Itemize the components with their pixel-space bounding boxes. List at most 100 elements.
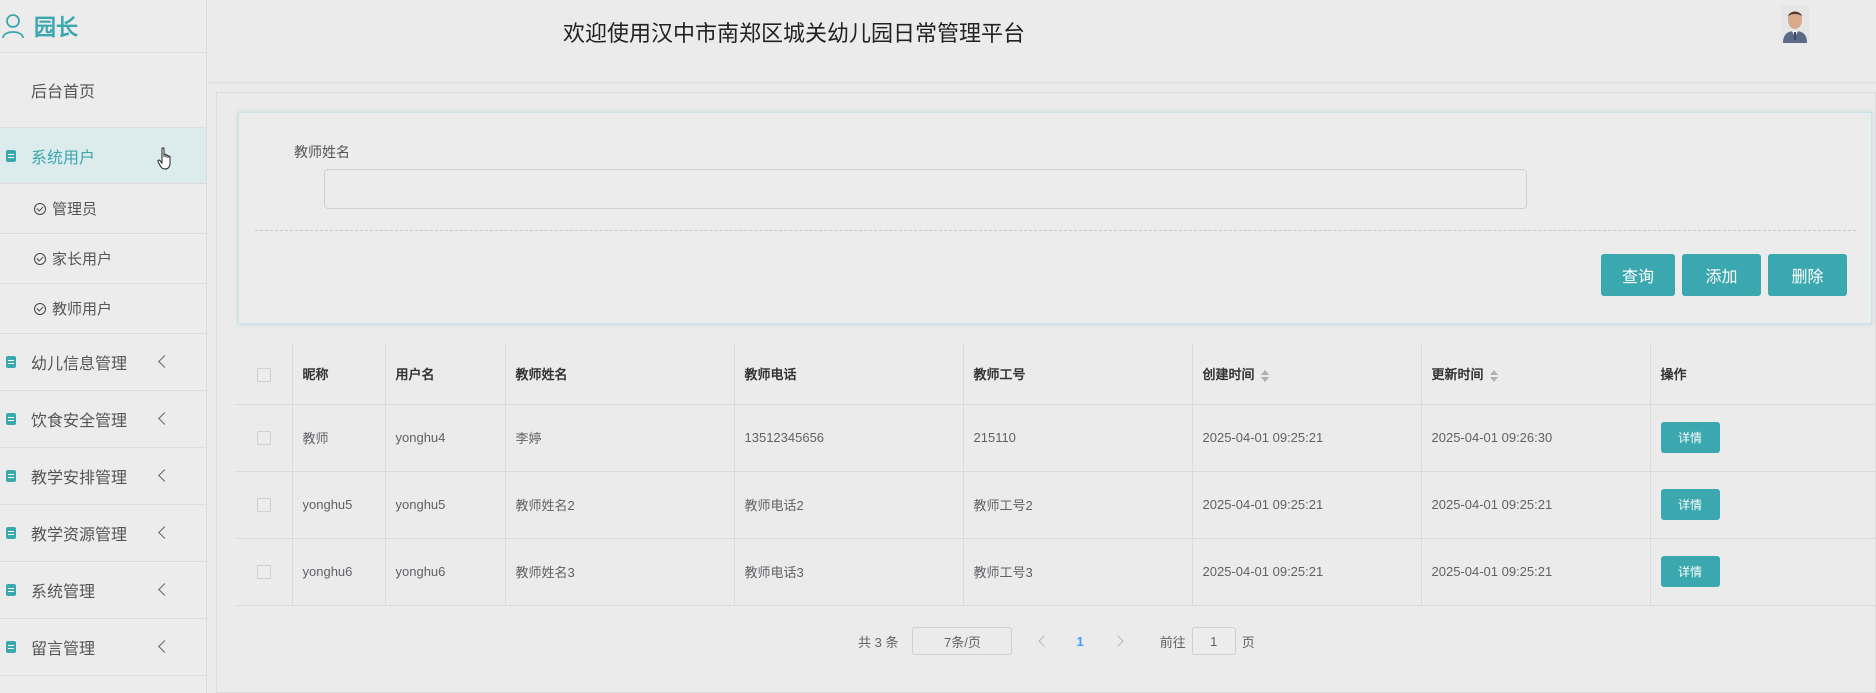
document-icon xyxy=(6,584,16,596)
column-header: 操作 xyxy=(1650,344,1876,405)
column-header-label: 创建时间 xyxy=(1202,367,1255,383)
row-checkbox[interactable] xyxy=(256,565,271,580)
next-page-icon[interactable] xyxy=(1112,635,1124,647)
teacher-name-input[interactable] xyxy=(324,169,1527,209)
cell-teacher-job-no: 215110 xyxy=(963,404,1193,472)
role-title: 园长 xyxy=(34,15,79,40)
sidebar-item-messages[interactable]: 留言管理 xyxy=(0,619,206,676)
sidebar-item-label: 后台首页 xyxy=(31,84,96,101)
sidebar-item-label: 教学安排管理 xyxy=(31,470,128,487)
cell-teacher-phone: 13512345656 xyxy=(734,404,964,472)
column-header-label: 更新时间 xyxy=(1431,367,1484,383)
cell-username: yonghu4 xyxy=(385,404,506,472)
page-title: 欢迎使用汉中市南郑区城关幼儿园日常管理平台 xyxy=(563,22,1026,47)
sidebar-subitem-parent-users[interactable]: 家长用户 xyxy=(0,234,206,284)
chevron-left-icon xyxy=(158,583,171,596)
cell-updated-time: 2025-04-01 09:25:21 xyxy=(1421,538,1651,606)
cell-updated-time: 2025-04-01 09:25:21 xyxy=(1421,471,1651,539)
detail-button[interactable]: 详情 xyxy=(1660,422,1720,453)
page-suffix: 页 xyxy=(1241,634,1255,650)
sidebar-item-label: 饮食安全管理 xyxy=(31,413,128,430)
sidebar-item-teaching-resources[interactable]: 教学资源管理 xyxy=(0,505,206,562)
chevron-left-icon xyxy=(158,526,171,539)
pagination-total: 共 3 条 xyxy=(858,634,899,650)
teacher-name-label: 教师姓名 xyxy=(294,144,350,160)
avatar[interactable] xyxy=(1781,5,1809,43)
sidebar-item-food-safety[interactable]: 饮食安全管理 xyxy=(0,391,206,448)
check-circle-icon xyxy=(34,302,46,315)
sidebar-item-child-info[interactable]: 幼儿信息管理 xyxy=(0,334,206,391)
row-select-cell xyxy=(236,404,293,472)
cell-username: yonghu5 xyxy=(385,471,506,539)
cell-teacher-name: 李婷 xyxy=(505,404,735,472)
teacher-table: 昵称 用户名 教师姓名 教师电话 教师工号 创建时间 更新时间 操作 教师 yo… xyxy=(236,344,1876,606)
main-content: 教师姓名 查询 添加 删除 昵称 用户名 教师姓名 教师电话 教师工号 创建时间… xyxy=(216,92,1876,693)
divider xyxy=(255,230,1856,231)
cell-nickname: yonghu5 xyxy=(292,471,386,539)
sidebar-subitem-label: 教师用户 xyxy=(52,301,113,318)
cell-actions: 详情 xyxy=(1650,471,1876,539)
sidebar: 园长 后台首页 系统用户 管理员 家长用户 教师用户 幼儿信息管理 饮食安全管理… xyxy=(0,0,207,693)
document-icon xyxy=(6,527,16,539)
sidebar-item-home[interactable]: 后台首页 xyxy=(0,53,206,128)
cell-actions: 详情 xyxy=(1650,538,1876,606)
column-header: 教师电话 xyxy=(734,344,964,405)
sort-icon[interactable] xyxy=(1260,369,1269,382)
sidebar-item-label: 幼儿信息管理 xyxy=(31,356,128,373)
cell-created-time: 2025-04-01 09:25:21 xyxy=(1192,471,1422,539)
check-circle-icon xyxy=(34,202,46,215)
sidebar-subitem-label: 家长用户 xyxy=(52,251,113,268)
chevron-left-icon xyxy=(158,412,171,425)
goto-page-input[interactable] xyxy=(1191,627,1236,655)
document-icon xyxy=(6,413,16,425)
document-icon xyxy=(6,356,16,368)
cell-teacher-name: 教师姓名3 xyxy=(505,538,735,606)
sidebar-subitem-admin[interactable]: 管理员 xyxy=(0,184,206,234)
column-header: 昵称 xyxy=(292,344,386,405)
chevron-left-icon xyxy=(158,355,171,368)
detail-button[interactable]: 详情 xyxy=(1660,556,1720,587)
row-checkbox[interactable] xyxy=(256,431,271,446)
sort-icon[interactable] xyxy=(1489,369,1498,382)
add-button[interactable]: 添加 xyxy=(1682,254,1761,296)
user-icon xyxy=(2,14,24,39)
sidebar-item-system-users[interactable]: 系统用户 xyxy=(0,128,206,184)
cell-teacher-job-no: 教师工号2 xyxy=(963,471,1193,539)
page-size-select[interactable]: 7条/页 xyxy=(912,627,1013,655)
sidebar-item-system-management[interactable]: 系统管理 xyxy=(0,562,206,619)
column-header-created[interactable]: 创建时间 xyxy=(1192,344,1422,405)
sidebar-subitem-label: 管理员 xyxy=(52,201,98,218)
sidebar-item-label: 教学资源管理 xyxy=(31,527,128,544)
row-select-cell xyxy=(236,471,293,539)
row-select-cell xyxy=(236,538,293,606)
chevron-left-icon xyxy=(158,469,171,482)
sidebar-subitem-teacher-users[interactable]: 教师用户 xyxy=(0,284,206,334)
pagination: 共 3 条 7条/页 1 前往 页 xyxy=(858,627,1255,655)
column-header: 教师姓名 xyxy=(505,344,735,405)
document-icon xyxy=(6,641,16,653)
delete-button[interactable]: 删除 xyxy=(1768,254,1847,296)
page-size-value: 7条/页 xyxy=(944,634,981,650)
sidebar-item-teaching-schedule[interactable]: 教学安排管理 xyxy=(0,448,206,505)
column-header: 教师工号 xyxy=(963,344,1193,405)
detail-button[interactable]: 详情 xyxy=(1660,489,1720,520)
cell-actions: 详情 xyxy=(1650,404,1876,472)
cell-created-time: 2025-04-01 09:25:21 xyxy=(1192,538,1422,606)
prev-page-icon[interactable] xyxy=(1038,635,1051,647)
page-number-current[interactable]: 1 xyxy=(1076,634,1083,649)
cell-nickname: yonghu6 xyxy=(292,538,386,606)
select-all-checkbox[interactable] xyxy=(256,367,271,382)
top-header: 欢迎使用汉中市南郑区城关幼儿园日常管理平台 xyxy=(208,0,1876,83)
cell-teacher-job-no: 教师工号3 xyxy=(963,538,1193,606)
row-checkbox[interactable] xyxy=(256,498,271,513)
sidebar-brand: 园长 xyxy=(0,0,206,53)
document-icon xyxy=(6,470,16,482)
table-row: yonghu6 yonghu6 教师姓名3 教师电话3 教师工号3 2025-0… xyxy=(236,538,1876,606)
column-header-updated[interactable]: 更新时间 xyxy=(1421,344,1651,405)
cell-updated-time: 2025-04-01 09:26:30 xyxy=(1421,404,1651,472)
cell-teacher-phone: 教师电话2 xyxy=(734,471,964,539)
query-button[interactable]: 查询 xyxy=(1601,254,1675,296)
check-circle-icon xyxy=(34,252,46,265)
table-row: 教师 yonghu4 李婷 13512345656 215110 2025-04… xyxy=(236,404,1876,472)
cell-nickname: 教师 xyxy=(292,404,386,472)
